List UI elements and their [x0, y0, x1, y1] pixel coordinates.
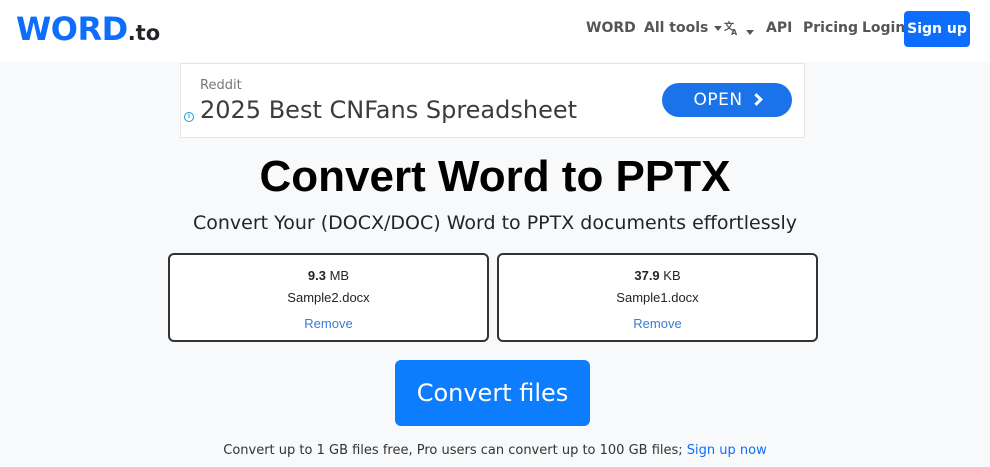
- nav-pricing-link[interactable]: Pricing: [803, 20, 858, 36]
- file-card: 37.9 KB Sample1.docx Remove: [497, 253, 818, 342]
- convert-files-button[interactable]: Convert files: [395, 360, 590, 426]
- ad-source: Reddit: [200, 78, 242, 93]
- svg-text:A: A: [731, 28, 738, 36]
- page-title: Convert Word to PPTX: [259, 152, 731, 201]
- chevron-down-icon: [714, 25, 723, 31]
- site-logo[interactable]: WORD.to: [16, 10, 160, 48]
- chevron-right-icon: [749, 93, 763, 106]
- nav-api-link[interactable]: API: [766, 20, 792, 36]
- file-name: Sample2.docx: [287, 290, 370, 305]
- file-size: 37.9 KB: [499, 268, 816, 283]
- nav-language-dropdown[interactable]: 文 A: [724, 20, 754, 40]
- footer-note: Convert up to 1 GB files free, Pro users…: [0, 443, 990, 458]
- file-size-value: 9.3: [307, 268, 326, 283]
- footer-note-text: Convert up to 1 GB files free, Pro users…: [223, 443, 683, 458]
- logo-tld-text: .to: [127, 21, 161, 45]
- ad-open-label: OPEN: [693, 90, 743, 110]
- ad-headline[interactable]: 2025 Best CNFans Spreadsheet: [200, 96, 577, 124]
- file-size: 9.3 MB: [170, 268, 487, 283]
- signup-button[interactable]: Sign up: [904, 11, 970, 47]
- remove-file-link[interactable]: Remove: [170, 316, 487, 331]
- file-size-unit: KB: [663, 268, 681, 283]
- ad-open-button[interactable]: OPEN: [662, 83, 792, 117]
- nav-all-tools-label: All tools: [644, 20, 709, 36]
- top-navbar: WORD.to WORD All tools 文 A API Pricing L…: [0, 0, 990, 62]
- nav-all-tools-dropdown[interactable]: All tools: [644, 20, 723, 36]
- chevron-down-icon: [746, 29, 754, 35]
- logo-main-text: WORD: [16, 10, 128, 48]
- file-name: Sample1.docx: [616, 290, 699, 305]
- page-subtitle: Convert Your (DOCX/DOC) Word to PPTX doc…: [192, 212, 798, 234]
- nav-word-link[interactable]: WORD: [586, 20, 636, 36]
- remove-file-link[interactable]: Remove: [499, 316, 816, 331]
- file-size-value: 37.9: [634, 268, 660, 283]
- info-icon[interactable]: i: [184, 112, 194, 122]
- translate-icon: 文 A: [724, 20, 740, 40]
- file-size-unit: MB: [329, 268, 350, 283]
- ad-banner[interactable]: Reddit 2025 Best CNFans Spreadsheet i OP…: [180, 63, 805, 138]
- file-card: 9.3 MB Sample2.docx Remove: [168, 253, 489, 342]
- nav-login-link[interactable]: Login: [862, 20, 905, 36]
- signup-now-link[interactable]: Sign up now: [687, 443, 767, 458]
